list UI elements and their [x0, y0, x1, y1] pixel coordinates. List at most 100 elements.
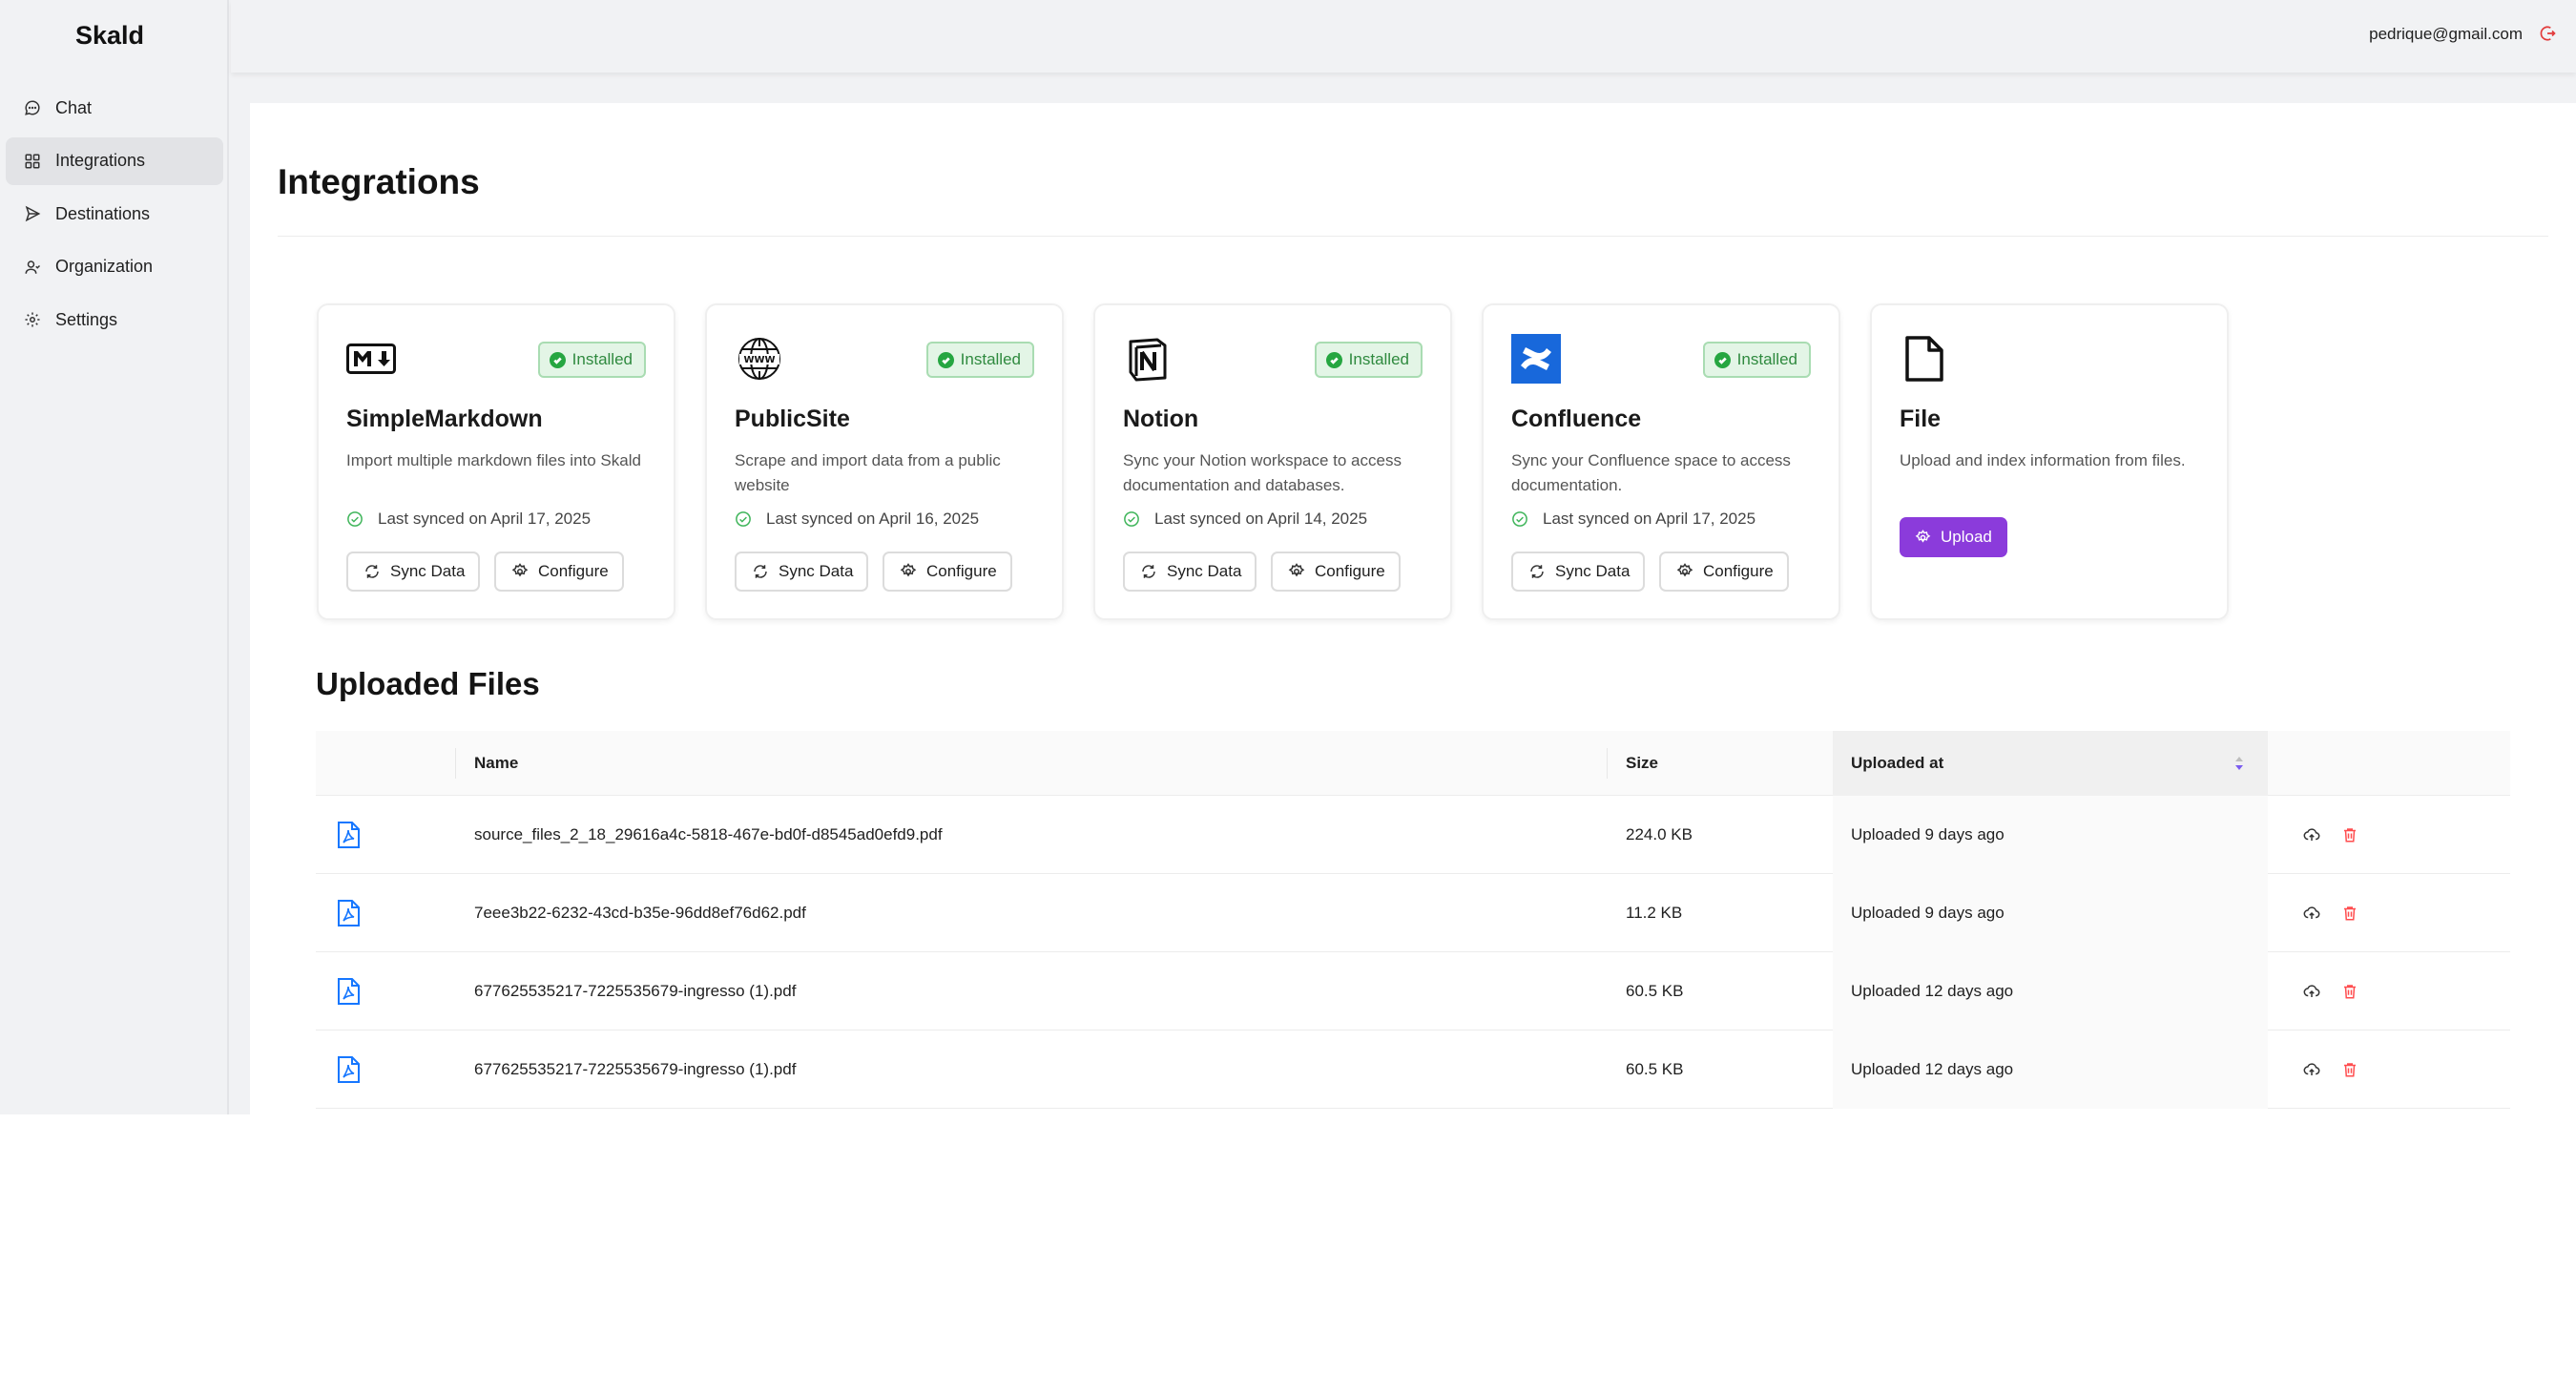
- integration-card-publicsite: WWW Installed PublicSite Scrape and impo…: [705, 303, 1064, 620]
- sidebar-item-settings[interactable]: Settings: [6, 296, 223, 344]
- last-synced-text: Last synced on April 17, 2025: [378, 510, 592, 528]
- check-circle-outline-icon: [346, 510, 364, 528]
- upload-button[interactable]: Upload: [1900, 517, 2007, 557]
- integration-card-confluence: Installed Confluence Sync your Confluenc…: [1482, 303, 1840, 620]
- button-label: Upload: [1941, 528, 1992, 546]
- column-header-size[interactable]: Size: [1626, 731, 1658, 796]
- gear-icon: [900, 563, 917, 577]
- gear-icon: [511, 563, 529, 577]
- button-label: Sync Data: [390, 562, 466, 580]
- last-synced-text: Last synced on April 14, 2025: [1154, 510, 1368, 528]
- trash-icon[interactable]: [2339, 824, 2360, 845]
- file-name: 677625535217-7225535679-ingresso (1).pdf: [474, 1060, 797, 1078]
- table-header: Name Size Uploaded at: [316, 731, 2510, 796]
- file-size: 60.5 KB: [1626, 982, 1684, 1000]
- last-synced-text: Last synced on April 16, 2025: [766, 510, 980, 528]
- configure-button[interactable]: Configure: [883, 552, 1012, 592]
- configure-button[interactable]: Configure: [494, 552, 624, 592]
- page-title: Integrations: [278, 162, 480, 201]
- check-circle-icon: [549, 351, 566, 368]
- trash-icon[interactable]: [2339, 981, 2360, 1002]
- button-label: Configure: [538, 562, 609, 580]
- integration-description: Import multiple markdown files into Skal…: [346, 451, 641, 469]
- file-name: 7eee3b22-6232-43cd-b35e-96dd8ef76d62.pdf: [474, 904, 806, 922]
- table-row: 677625535217-7225535679-ingresso (1).pdf…: [316, 1030, 2510, 1109]
- column-header-uploaded-at[interactable]: Uploaded at: [1833, 731, 2268, 796]
- uploaded-at-text: Uploaded 9 days ago: [1851, 825, 2005, 843]
- row-actions: [2301, 796, 2360, 874]
- app-window: Skald Chat Integrations Destinations Org…: [0, 0, 2576, 1114]
- gear-icon: [23, 310, 42, 329]
- sync-data-button[interactable]: Sync Data: [735, 552, 869, 592]
- integration-card-simplemarkdown: Installed SimpleMarkdown Import multiple…: [317, 303, 675, 620]
- logout-icon[interactable]: [2538, 24, 2557, 43]
- table-row: source_files_2_18_29616a4c-5818-467e-bd0…: [316, 796, 2510, 874]
- cloud-upload-icon[interactable]: [2301, 903, 2322, 924]
- configure-button[interactable]: Configure: [1271, 552, 1401, 592]
- sidebar-item-chat[interactable]: Chat: [6, 84, 223, 132]
- divider: [278, 236, 2548, 237]
- integration-name: Confluence: [1511, 406, 1642, 432]
- uploaded-at-text: Uploaded 12 days ago: [1851, 1060, 2014, 1078]
- integration-name: PublicSite: [735, 406, 850, 432]
- uploaded-at-text: Uploaded 12 days ago: [1851, 982, 2014, 1000]
- row-actions: [2301, 1030, 2360, 1109]
- gear-icon: [1676, 563, 1693, 577]
- file-size: 224.0 KB: [1626, 825, 1693, 843]
- uploaded-at: Uploaded 12 days ago: [1833, 952, 2268, 1030]
- sidebar-item-integrations[interactable]: Integrations: [6, 136, 223, 185]
- status-badge: Installed: [1314, 342, 1423, 378]
- integration-name: File: [1900, 406, 1942, 432]
- button-label: Configure: [926, 562, 997, 580]
- configure-button[interactable]: Configure: [1659, 552, 1789, 592]
- trash-icon[interactable]: [2339, 903, 2360, 924]
- pdf-file-icon: [335, 796, 362, 874]
- trash-icon[interactable]: [2339, 1059, 2360, 1080]
- sync-data-button[interactable]: Sync Data: [346, 552, 481, 592]
- integration-name: Notion: [1123, 406, 1199, 432]
- column-header-name[interactable]: Name: [474, 731, 518, 796]
- sidebar: Skald Chat Integrations Destinations Org…: [0, 0, 229, 1114]
- sidebar-item-destinations[interactable]: Destinations: [6, 190, 223, 238]
- column-separator: [455, 748, 456, 779]
- integration-description: Sync your Confluence space to access doc…: [1511, 451, 1791, 494]
- brand-logo[interactable]: Skald: [0, 21, 219, 51]
- cloud-upload-icon[interactable]: [2301, 824, 2322, 845]
- sync-data-button[interactable]: Sync Data: [1123, 552, 1257, 592]
- status-badge-label: Installed: [571, 350, 633, 368]
- sync-data-button[interactable]: Sync Data: [1511, 552, 1646, 592]
- user-email[interactable]: pedrique@gmail.com: [2369, 25, 2523, 44]
- status-badge: Installed: [537, 342, 646, 378]
- status-badge-label: Installed: [960, 350, 1021, 368]
- check-circle-icon: [1714, 351, 1731, 368]
- section-title: Uploaded Files: [316, 666, 540, 701]
- sidebar-item-label: Settings: [55, 309, 118, 329]
- uploaded-at: Uploaded 12 days ago: [1833, 1030, 2268, 1109]
- table-row: 7eee3b22-6232-43cd-b35e-96dd8ef76d62.pdf…: [316, 874, 2510, 952]
- row-actions: [2301, 874, 2360, 952]
- www-globe-logo: WWW: [735, 334, 784, 384]
- button-label: Configure: [1703, 562, 1774, 580]
- button-label: Sync Data: [1167, 562, 1242, 580]
- table-body: source_files_2_18_29616a4c-5818-467e-bd0…: [316, 796, 2510, 1109]
- sidebar-item-label: Organization: [55, 257, 154, 276]
- check-circle-icon: [937, 351, 954, 368]
- pdf-file-icon: [335, 874, 362, 952]
- column-separator: [1607, 748, 1608, 779]
- sort-icon[interactable]: [2233, 755, 2245, 772]
- sync-icon: [1530, 565, 1544, 578]
- integration-description: Scrape and import data from a public web…: [735, 451, 1001, 494]
- last-synced: Last synced on April 17, 2025: [1511, 510, 1755, 529]
- last-synced: Last synced on April 16, 2025: [735, 510, 979, 529]
- cloud-upload-icon[interactable]: [2301, 981, 2322, 1002]
- uploaded-files-table: Name Size Uploaded at source_files_2_18_…: [316, 731, 2510, 1109]
- sidebar-item-organization[interactable]: Organization: [6, 243, 223, 291]
- table-row: 677625535217-7225535679-ingresso (1).pdf…: [316, 952, 2510, 1030]
- file-name: 677625535217-7225535679-ingresso (1).pdf: [474, 982, 797, 1000]
- button-label: Configure: [1315, 562, 1385, 580]
- uploaded-at: Uploaded 9 days ago: [1833, 874, 2268, 952]
- users-icon: [23, 258, 42, 277]
- last-synced: Last synced on April 14, 2025: [1123, 510, 1367, 529]
- status-badge-label: Installed: [1736, 350, 1797, 368]
- cloud-upload-icon[interactable]: [2301, 1059, 2322, 1080]
